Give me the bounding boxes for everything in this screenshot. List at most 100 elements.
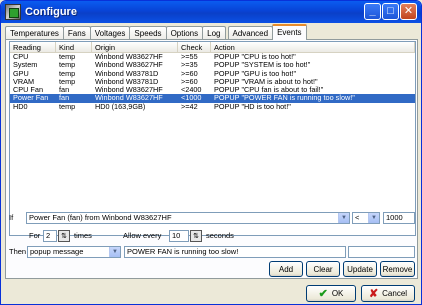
column-header-origin[interactable]: Origin: [92, 42, 178, 53]
table-row[interactable]: GPU temp Winbond W83781D >=60 POPUP "GPU…: [10, 70, 415, 78]
chevron-down-icon[interactable]: ▼: [109, 247, 120, 257]
tab-speeds[interactable]: Speeds: [129, 26, 167, 40]
minimize-icon: _: [369, 5, 376, 17]
if-label: If: [9, 213, 14, 222]
cell-action: POPUP "POWER FAN is running too slow!": [214, 94, 355, 103]
cell-origin: HD0 (163,9GB): [95, 102, 146, 111]
tab-options[interactable]: Options: [165, 26, 204, 40]
cell-action: POPUP "SYSTEM is too hot!": [214, 61, 311, 70]
cell-origin: Winbond W83627HF: [95, 94, 163, 103]
tab-events[interactable]: Events: [272, 24, 307, 40]
cell-reading: GPU: [13, 69, 29, 78]
cancel-button-label: Cancel: [382, 289, 408, 298]
column-header-action[interactable]: Action: [211, 42, 415, 53]
events-list[interactable]: Reading Kind Origin Check Action CPU tem…: [9, 41, 416, 236]
allow-every-input[interactable]: 10: [169, 230, 189, 242]
chevron-down-icon[interactable]: ▼: [368, 213, 379, 223]
close-button[interactable]: ✕: [400, 3, 417, 20]
cell-action: POPUP "VRAM is about to hot!": [214, 77, 318, 86]
tab-fans[interactable]: Fans: [62, 26, 91, 40]
column-header-reading[interactable]: Reading: [10, 42, 56, 53]
threshold-input[interactable]: 1000: [383, 212, 415, 224]
events-list-body: CPU temp Winbond W83627HF >=55 POPUP "CP…: [10, 53, 415, 111]
ok-button-label: OK: [331, 289, 344, 298]
table-row[interactable]: CPU temp Winbond W83627HF >=55 POPUP "CP…: [10, 53, 415, 61]
ok-button[interactable]: ✔ OK: [306, 285, 356, 302]
cell-check: >=42: [181, 102, 198, 111]
cell-kind: temp: [59, 53, 76, 61]
reading-select[interactable]: Power Fan (fan) from Winbond W83627HF ▼: [26, 212, 350, 224]
cell-reading: Power Fan: [13, 94, 49, 103]
cell-action: POPUP "CPU is too hot!": [214, 53, 296, 61]
events-panel: Reading Kind Origin Check Action CPU tem…: [5, 39, 418, 279]
remove-button[interactable]: Remove: [380, 261, 415, 277]
tab-voltages[interactable]: Voltages: [89, 26, 131, 40]
table-row[interactable]: CPU Fan fan Winbond W83627HF <2400 POPUP…: [10, 86, 415, 94]
cell-origin: Winbond W83627HF: [95, 53, 163, 61]
tab-advanced[interactable]: Advanced: [227, 26, 274, 40]
for-count-stepper[interactable]: ⇅: [58, 230, 70, 242]
cell-action: POPUP "HD is too hot!": [214, 102, 291, 111]
then-label: Then: [9, 247, 27, 256]
spin-arrows-icon: ⇅: [61, 233, 67, 240]
configure-window: Configure _ □ ✕ Temperatures Fans Voltag…: [0, 0, 422, 305]
clear-button[interactable]: Clear: [306, 261, 340, 277]
table-row[interactable]: VRAM temp Winbond W83781D >=60 POPUP "VR…: [10, 78, 415, 86]
cancel-button[interactable]: ✘ Cancel: [361, 285, 415, 302]
minimize-button[interactable]: _: [364, 3, 381, 20]
reading-select-value: Power Fan (fan) from Winbond W83627HF: [29, 213, 172, 222]
chevron-down-icon[interactable]: ▼: [338, 213, 349, 223]
maximize-button[interactable]: □: [382, 3, 399, 20]
action-select[interactable]: popup message ▼: [27, 246, 121, 258]
for-label: For: [29, 231, 41, 240]
cell-reading: CPU Fan: [13, 86, 44, 95]
tab-log[interactable]: Log: [202, 26, 226, 40]
column-header-check[interactable]: Check: [178, 42, 211, 53]
title-bar[interactable]: Configure _ □ ✕: [1, 1, 421, 23]
cell-reading: CPU: [13, 53, 29, 61]
column-header-kind[interactable]: Kind: [56, 42, 92, 53]
events-list-header: Reading Kind Origin Check Action: [10, 42, 415, 53]
operator-select-value: <: [355, 213, 360, 222]
cell-check: <2400: [181, 86, 202, 95]
cell-kind: temp: [59, 69, 76, 78]
cell-check: >=60: [181, 77, 198, 86]
cell-kind: temp: [59, 77, 76, 86]
app-icon: [5, 4, 21, 20]
cell-reading: System: [13, 61, 38, 70]
cell-action: POPUP "CPU fan is about to fail!": [214, 86, 324, 95]
tab-temperatures[interactable]: Temperatures: [5, 26, 64, 40]
update-button[interactable]: Update: [343, 261, 377, 277]
seconds-label: seconds: [206, 231, 234, 240]
cell-origin: Winbond W83781D: [95, 69, 159, 78]
cell-reading: VRAM: [13, 77, 35, 86]
cell-kind: fan: [59, 86, 70, 95]
table-row[interactable]: System temp Winbond W83627HF >=35 POPUP …: [10, 61, 415, 69]
cell-check: <1000: [181, 94, 202, 103]
cell-check: >=35: [181, 61, 198, 70]
cell-origin: Winbond W83627HF: [95, 61, 163, 70]
tab-strip: Temperatures Fans Voltages Speeds Option…: [5, 24, 307, 40]
cell-kind: temp: [59, 102, 76, 111]
cell-kind: temp: [59, 61, 76, 70]
operator-select[interactable]: < ▼: [352, 212, 380, 224]
table-row[interactable]: Power Fan fan Winbond W83627HF <1000 POP…: [10, 94, 415, 103]
message-input[interactable]: POWER FAN is running too slow!: [124, 246, 346, 258]
spin-arrows-icon: ⇅: [193, 233, 199, 240]
checkmark-icon: ✔: [318, 288, 328, 300]
maximize-icon: □: [387, 5, 394, 17]
allow-every-stepper[interactable]: ⇅: [190, 230, 202, 242]
cell-origin: Winbond W83781D: [95, 77, 159, 86]
for-count-input[interactable]: 2: [43, 230, 57, 242]
cell-origin: Winbond W83627HF: [95, 86, 163, 95]
extra-input[interactable]: [348, 246, 415, 258]
allow-every-label: Allow every: [123, 231, 162, 240]
times-label: times: [74, 231, 92, 240]
window-title: Configure: [25, 6, 77, 18]
add-button[interactable]: Add: [269, 261, 303, 277]
cancel-x-icon: ✘: [368, 288, 379, 300]
table-row[interactable]: HD0 temp HD0 (163,9GB) >=42 POPUP "HD is…: [10, 103, 415, 111]
close-icon: ✕: [403, 5, 414, 17]
cell-action: POPUP "GPU is too hot!": [214, 69, 297, 78]
cell-reading: HD0: [13, 102, 28, 111]
